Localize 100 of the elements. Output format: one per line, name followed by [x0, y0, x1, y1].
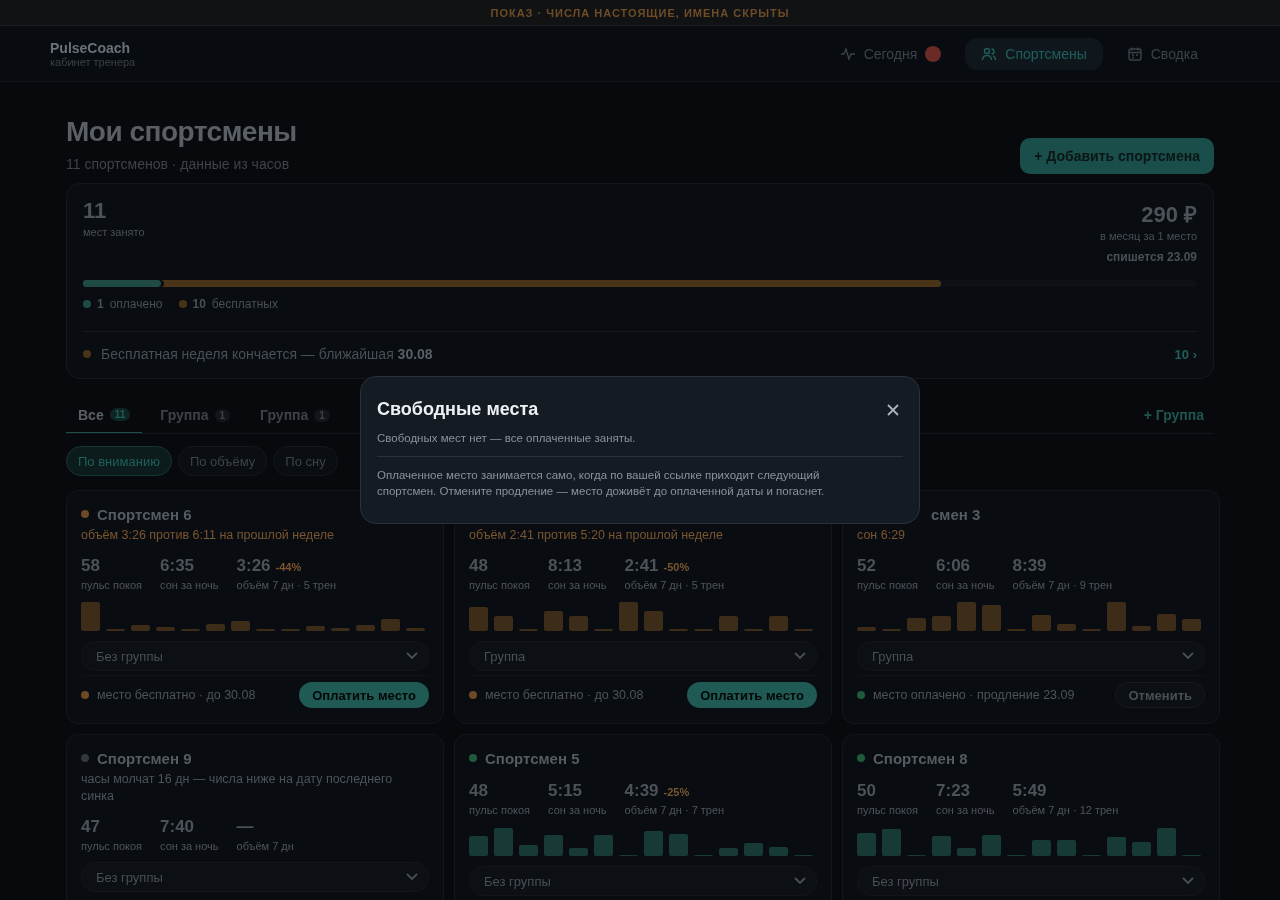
stat-label: пульс покоя [857, 804, 918, 816]
stat-value: 58 [81, 556, 100, 576]
stat-label: пульс покоя [469, 804, 530, 816]
legend-count: 1 [97, 297, 104, 311]
seat-status: место бесплатно · до 30.08 [97, 688, 257, 702]
chevron-icon [406, 873, 418, 881]
athlete-note: часы молчат 16 дн — числа ниже на дату последнего синка [81, 771, 394, 805]
seats-label: мест занято [83, 226, 145, 238]
athlete-name: Спортсмен 6 [97, 505, 192, 523]
stat-label: сон за ночь [548, 579, 607, 591]
price: 290 ₽ [1141, 201, 1197, 228]
add-athlete-button[interactable]: + Добавить спортсмена [1020, 138, 1214, 174]
seat-button[interactable]: Отменить [1115, 682, 1205, 708]
modal-title: Свободные места [377, 399, 539, 420]
notice-dot [83, 350, 91, 358]
seat-button[interactable]: Оплатить место [299, 682, 429, 708]
charge-date: спишется 23.09 [1106, 250, 1197, 264]
stat-label: пульс покоя [469, 579, 530, 591]
notice-text: Бесплатная неделя кончается — ближайшая 30.08 [101, 346, 434, 362]
page-subtitle: 11 спортсменов · данные из часов [66, 156, 291, 172]
stat-label: объём 7 дн [236, 840, 294, 852]
tab-count: 11 [109, 408, 131, 421]
pulse-icon [839, 45, 856, 62]
stat-label: пульс покоя [857, 579, 918, 591]
stat-delta: -50% [663, 561, 690, 573]
group-select[interactable]: Без группы [857, 866, 1205, 896]
stat-label: объём 7 дн · 12 трен [1012, 804, 1119, 816]
stat-label: объём 7 дн · 5 трен [236, 579, 337, 591]
price-label: в месяц за 1 место [1100, 230, 1197, 242]
stat-value: 52 [857, 556, 876, 576]
seat-dot [469, 691, 477, 699]
stat-value: 2:41 [624, 556, 659, 576]
notice-link[interactable]: 10 › [1174, 346, 1197, 362]
seat-button[interactable]: Оплатить место [687, 682, 817, 708]
chevron-icon [406, 652, 418, 660]
group-select[interactable]: Группа [469, 641, 817, 671]
athlete-note: сон 6:29 [857, 527, 907, 544]
seat-status: место оплачено · продление 23.09 [873, 688, 1076, 702]
legend-count: 10 [192, 297, 206, 311]
athlete-name: Спортсмен 8 [873, 749, 968, 767]
stat-value: 8:39 [1012, 556, 1047, 576]
sort-chip[interactable]: По вниманию [66, 446, 172, 476]
stat-value: 5:15 [548, 781, 583, 801]
stat-value: 6:06 [936, 556, 971, 576]
chevron-icon [1182, 877, 1194, 885]
stat-value: 8:13 [548, 556, 583, 576]
status-dot [81, 754, 89, 762]
legend-dot [178, 300, 187, 308]
stat-value: 7:23 [936, 781, 971, 801]
stat-label: объём 7 дн · 7 трен [624, 804, 725, 816]
athlete-note: объём 2:41 против 5:20 на прошлой неделе [469, 527, 724, 544]
modal-text: Оплаченное место занимается само, когда по вашей ссылке приходит следующий спортсмен. Отмените продление — место доживёт до оплаченной даты и погаснет. [377, 468, 826, 499]
athlete-note: объём 3:26 против 6:11 на прошлой неделе [81, 527, 335, 544]
stat-value: 4:39 [624, 781, 659, 801]
legend-label: бесплатных [211, 297, 278, 311]
stat-label: пульс покоя [81, 579, 142, 591]
close-icon[interactable] [887, 403, 899, 416]
stat-value: — [236, 817, 254, 837]
stat-label: объём 7 дн · 5 трен [624, 579, 725, 591]
stat-value: 5:49 [1012, 781, 1047, 801]
page-title: Мои спортсмены [66, 116, 297, 148]
people-icon [981, 45, 998, 62]
status-dot [81, 510, 89, 518]
group-select[interactable]: Без группы [81, 862, 429, 892]
stat-label: пульс покоя [81, 840, 142, 852]
stat-value: 48 [469, 781, 488, 801]
group-tab[interactable]: Все 11 [66, 397, 143, 433]
group-select[interactable]: Без группы [469, 866, 817, 896]
chevron-icon [794, 877, 806, 885]
stat-value: 6:35 [160, 556, 195, 576]
stat-value: 48 [469, 556, 488, 576]
nav-tab[interactable]: Сегодня [823, 37, 958, 70]
stat-label: сон за ночь [548, 804, 607, 816]
modal-summary: Свободных мест нет — все оплаченные заняты. [377, 432, 637, 444]
chevron-icon [1182, 652, 1194, 660]
stat-label: объём 7 дн · 9 трен [1012, 579, 1113, 591]
stat-label: сон за ночь [936, 579, 995, 591]
group-select[interactable]: Группа [857, 641, 1205, 671]
seats-count: 11 [83, 198, 108, 224]
nav-tab[interactable]: Спортсмены [965, 37, 1103, 70]
stat-delta: -44% [275, 561, 302, 573]
nav-tab[interactable]: Сводка [1110, 37, 1214, 70]
athlete-name: Спортсмен 5 [485, 749, 580, 767]
demo-notice-text: ПОКАЗ · ЧИСЛА НАСТОЯЩИЕ, ИМЕНА СКРЫТЫ [490, 6, 790, 19]
stat-label: сон за ночь [160, 579, 219, 591]
legend-dot [83, 300, 91, 308]
stat-value: 47 [81, 817, 100, 837]
add-group-link[interactable]: + Группа [1143, 407, 1214, 423]
seat-dot [857, 691, 865, 699]
stat-label: сон за ночь [936, 804, 995, 816]
group-select[interactable]: Без группы [81, 641, 429, 671]
stat-delta: -25% [663, 786, 690, 798]
seat-dot [81, 691, 89, 699]
stat-value: 3:26 [236, 556, 271, 576]
status-dot [857, 754, 865, 762]
athlete-name: Спортсмен 9 [97, 749, 192, 767]
status-dot [469, 754, 477, 762]
stat-value: 7:40 [160, 817, 195, 837]
chevron-icon [794, 652, 806, 660]
athlete-name: смен 3 [931, 505, 981, 523]
